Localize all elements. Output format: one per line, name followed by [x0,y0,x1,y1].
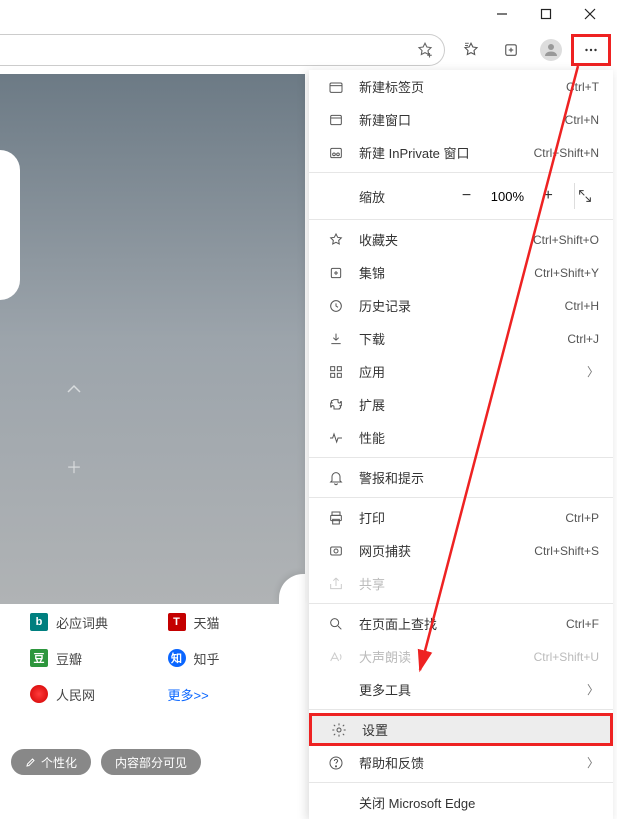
window-minimize[interactable] [490,2,514,26]
menu-settings[interactable]: 设置 [309,713,613,746]
menu-help[interactable]: 帮助和反馈〉 [309,746,613,779]
menu-downloads[interactable]: 下载Ctrl+J [309,322,613,355]
apps-icon [327,364,345,380]
chevron-right-icon: 〉 [587,754,599,771]
add-icon[interactable]: ＋ [66,454,82,478]
menu-zoom: 缩放 − 100% + [309,176,613,216]
fullscreen-button[interactable] [577,188,613,204]
menu-separator [309,782,613,783]
settings-menu: 新建标签页Ctrl+T 新建窗口Ctrl+N 新建 InPrivate 窗口Ct… [309,70,613,819]
browser-toolbar [0,32,611,68]
content-partial-button[interactable]: 内容部分可见 [100,748,202,776]
link-label: 人民网 [56,685,95,704]
window-close[interactable] [578,2,602,26]
menu-new-window[interactable]: 新建窗口Ctrl+N [309,103,613,136]
personalize-button[interactable]: 个性化 [10,748,92,776]
collections-icon [327,265,345,281]
menu-alerts[interactable]: 警报和提示 [309,461,613,494]
menu-separator [309,219,613,220]
gear-icon [330,722,348,738]
link-renmin[interactable]: 人民网 [0,685,168,704]
menu-more-tools[interactable]: 更多工具〉 [309,673,613,706]
menu-new-tab[interactable]: 新建标签页Ctrl+T [309,70,613,103]
download-icon [327,331,345,347]
window-maximize[interactable] [534,2,558,26]
chevron-up-icon[interactable] [66,384,82,394]
more-label: 更多>> [168,685,209,704]
window-icon [327,112,345,128]
help-icon [327,755,345,771]
menu-collections[interactable]: 集锦Ctrl+Shift+Y [309,256,613,289]
menu-separator [309,497,613,498]
menu-close-edge[interactable]: 关闭 Microsoft Edge [309,786,613,819]
bottom-bar: 个性化 内容部分可见 [10,748,202,776]
menu-share: 共享 [309,567,613,600]
menu-read-aloud: 大声朗读Ctrl+Shift+U [309,640,613,673]
menu-new-inprivate[interactable]: 新建 InPrivate 窗口Ctrl+Shift+N [309,136,613,169]
link-bing[interactable]: b必应词典 [0,613,168,632]
zoom-percent: 100% [484,189,530,204]
menu-extensions[interactable]: 扩展 [309,388,613,421]
corner-bubble [279,574,305,604]
read-aloud-icon [327,649,345,665]
link-zhihu[interactable]: 知知乎 [168,649,306,668]
link-douban[interactable]: 豆豆瓣 [0,649,168,668]
link-label: 必应词典 [56,613,108,632]
menu-print[interactable]: 打印Ctrl+P [309,501,613,534]
menu-performance[interactable]: 性能 [309,421,613,454]
link-label: 豆瓣 [56,649,82,668]
collections-icon[interactable] [491,34,531,66]
menu-find[interactable]: 在页面上查找Ctrl+F [309,607,613,640]
menu-separator [309,457,613,458]
link-label: 天猫 [194,613,220,632]
menu-separator [309,709,613,710]
chevron-right-icon: 〉 [587,363,599,380]
zoom-out-button[interactable]: − [449,187,485,205]
inprivate-icon [327,145,345,161]
tab-icon [327,79,345,95]
star-icon [327,232,345,248]
link-more[interactable]: 更多>> [168,685,306,704]
menu-separator [309,603,613,604]
link-label: 知乎 [194,649,220,668]
history-icon [327,298,345,314]
puzzle-icon [327,397,345,413]
menu-apps[interactable]: 应用〉 [309,355,613,388]
menu-separator [309,172,613,173]
bell-icon [327,470,345,486]
capture-icon [327,543,345,559]
menu-favorites[interactable]: 收藏夹Ctrl+Shift+O [309,223,613,256]
hero-shape [0,150,20,300]
quick-links: b必应词典 T天猫 豆豆瓣 知知乎 人民网 更多>> [0,604,305,712]
favorites-icon[interactable] [451,34,491,66]
chevron-right-icon: 〉 [587,681,599,698]
menu-history[interactable]: 历史记录Ctrl+H [309,289,613,322]
address-bar[interactable] [0,34,445,66]
add-favorite-icon[interactable] [416,41,434,59]
more-menu-button[interactable] [571,34,611,66]
link-tmall[interactable]: T天猫 [168,613,306,632]
zoom-in-button[interactable]: + [530,187,566,205]
pulse-icon [327,430,345,446]
menu-web-capture[interactable]: 网页捕获Ctrl+Shift+S [309,534,613,567]
print-icon [327,510,345,526]
page-content: ＋ [0,74,305,604]
profile-icon[interactable] [531,34,571,66]
search-icon [327,616,345,632]
share-icon [327,576,345,592]
